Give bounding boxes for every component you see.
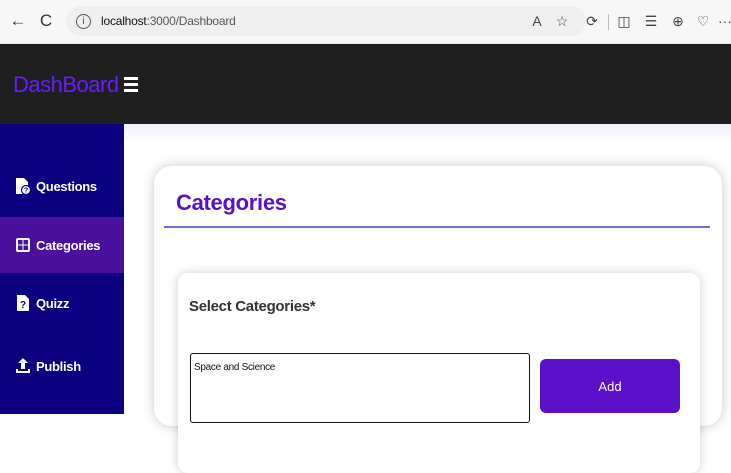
url-text[interactable]: localhost:3000/Dashboard	[101, 14, 236, 28]
address-bar[interactable]: i localhost:3000/Dashboard	[66, 6, 586, 36]
refresh-icon[interactable]: C	[36, 8, 56, 34]
sidebar-item-questions[interactable]: ? Questions	[0, 158, 124, 214]
sidebar-item-label: Quizz	[36, 295, 70, 311]
favorite-star-icon[interactable]: ☆	[553, 10, 571, 32]
sidebar: ? Questions Categories ? Quizz Publish	[0, 124, 124, 414]
grid-icon	[14, 236, 32, 254]
sidebar-item-label: Questions	[36, 178, 97, 194]
page-title: Categories	[176, 190, 287, 215]
extensions-icon[interactable]: ⟳	[583, 10, 601, 32]
svg-text:?: ?	[24, 188, 28, 195]
split-screen-icon[interactable]: ◫	[615, 10, 633, 32]
categories-card: Categories Select Categories* Space and …	[154, 166, 722, 473]
category-input[interactable]: Space and Science	[190, 353, 530, 423]
sidebar-item-publish[interactable]: Publish	[0, 338, 124, 394]
collections-icon[interactable]: ⊕	[669, 10, 687, 32]
more-options-icon[interactable]: ···	[716, 10, 731, 32]
toolbar-divider	[608, 14, 609, 30]
url-path: :3000/Dashboard	[146, 14, 236, 28]
add-button[interactable]: Add	[540, 359, 680, 413]
question-doc-icon: ?	[14, 177, 32, 195]
browser-toolbar: ← C i localhost:3000/Dashboard A ☆ ⟳ ◫ ☰…	[0, 0, 731, 44]
main-content: Categories Select Categories* Space and …	[124, 124, 731, 473]
category-form: Select Categories* Space and Science Add	[178, 273, 700, 473]
app-header: DashBoard	[0, 44, 731, 124]
select-categories-label: Select Categories*	[189, 298, 316, 315]
back-icon[interactable]: ←	[8, 8, 28, 34]
svg-text:?: ?	[20, 300, 26, 311]
title-divider	[164, 226, 710, 228]
info-icon[interactable]: i	[76, 13, 91, 29]
browser-essentials-icon[interactable]: ♡	[694, 10, 712, 32]
brand-title: DashBoard	[13, 72, 119, 97]
url-host: localhost	[101, 14, 147, 28]
favorites-list-icon[interactable]: ☰	[642, 10, 660, 32]
header-shadow	[124, 124, 731, 142]
read-aloud-icon[interactable]: A	[528, 10, 546, 32]
sidebar-item-categories[interactable]: Categories	[0, 217, 124, 273]
hamburger-menu-icon[interactable]	[124, 77, 138, 95]
sidebar-item-label: Publish	[36, 358, 81, 374]
sidebar-item-label: Categories	[36, 237, 101, 253]
sidebar-item-quizz[interactable]: ? Quizz	[0, 275, 124, 331]
quiz-doc-icon: ?	[14, 294, 32, 312]
upload-icon	[14, 357, 32, 375]
